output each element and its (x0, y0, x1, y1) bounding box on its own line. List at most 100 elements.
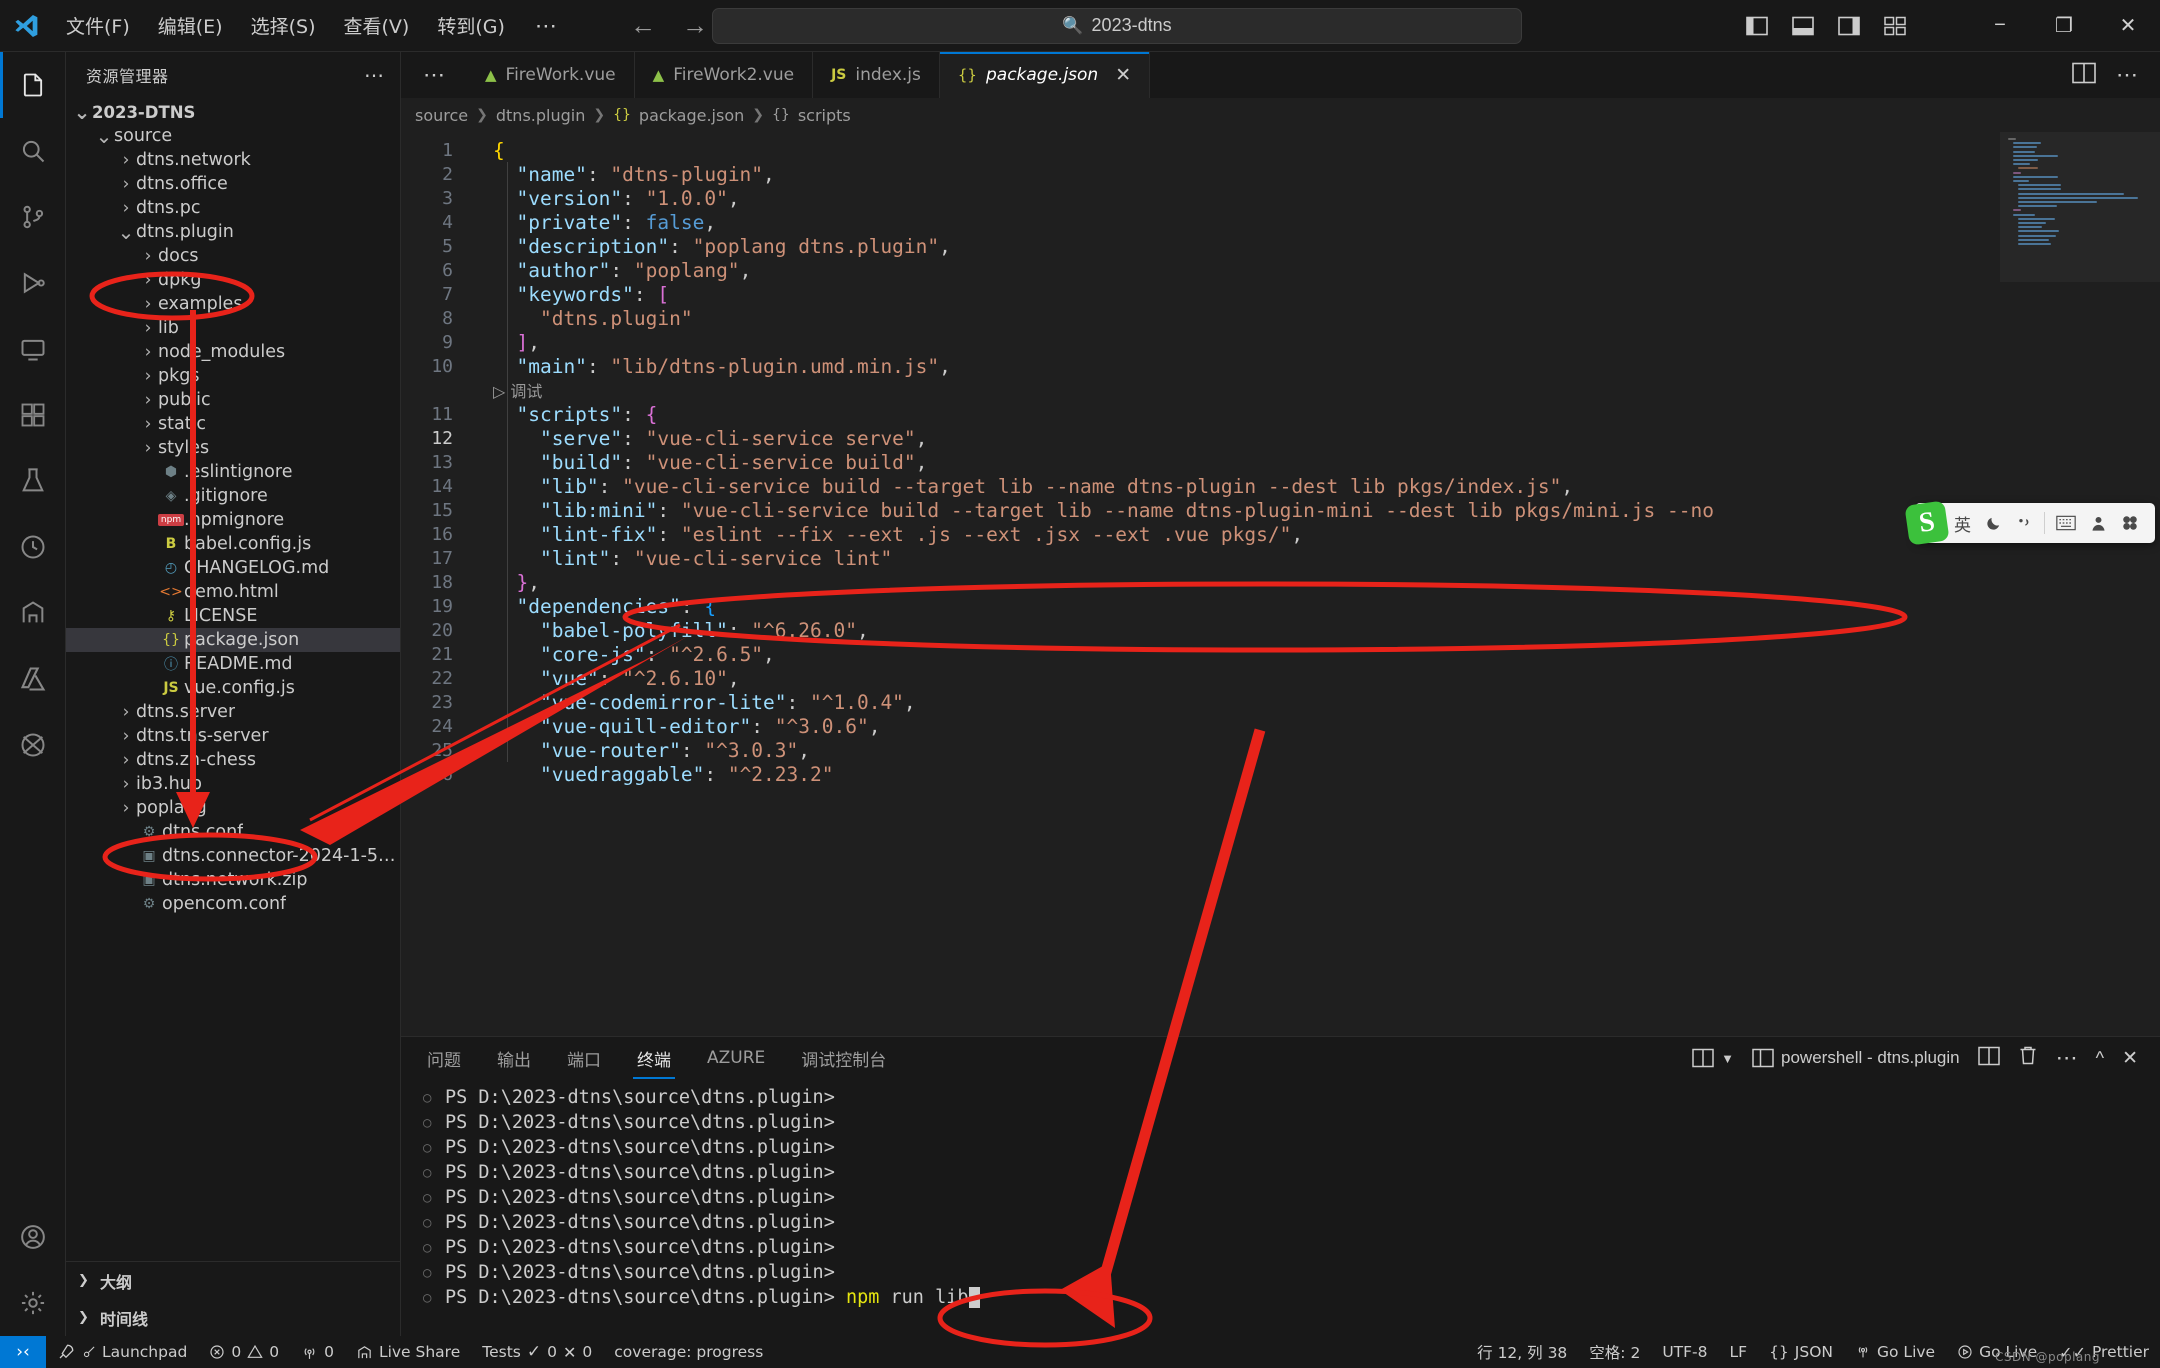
split-terminal-icon[interactable] (1978, 1046, 2000, 1071)
tree-item-opencom-conf[interactable]: ⚙opencom.conf (66, 892, 400, 916)
status-coverage[interactable]: coverage: progress (603, 1336, 774, 1368)
tree-item-dtns-conf[interactable]: ⚙dtns.conf (66, 820, 400, 844)
code-line[interactable]: 16 "lint-fix": "eslint --fix --ext .js -… (401, 522, 2160, 546)
moon-icon[interactable] (1978, 515, 2009, 532)
toggle-secondary-sidebar-icon[interactable] (1834, 13, 1864, 39)
status-live-share[interactable]: Live Share (345, 1336, 471, 1368)
status-encoding[interactable]: UTF-8 (1651, 1336, 1718, 1368)
activity-explorer[interactable] (0, 52, 66, 118)
tree-item-public[interactable]: ›public (66, 388, 400, 412)
code-line[interactable]: 25 "vue-router": "^3.0.3", (401, 738, 2160, 762)
code-line[interactable]: 11 "scripts": { (401, 402, 2160, 426)
tree-item-static[interactable]: ›static (66, 412, 400, 436)
tree-item-license[interactable]: ⚷LICENSE (66, 604, 400, 628)
panel-tab-problems[interactable]: 问题 (423, 1038, 465, 1079)
status-indentation[interactable]: 空格: 2 (1578, 1336, 1651, 1368)
breadcrumb-scripts[interactable]: scripts (798, 106, 851, 125)
code-lines[interactable]: 1{2 "name": "dtns-plugin",3 "version": "… (401, 132, 2160, 1036)
close-icon[interactable]: ✕ (1115, 64, 1131, 86)
arrow-left-icon[interactable]: ← (630, 10, 656, 41)
tree-item-changelog-md[interactable]: ◴CHANGELOG.md (66, 556, 400, 580)
code-line[interactable]: 26 "vuedraggable": "^2.23.2" (401, 762, 2160, 786)
activity-source-control[interactable] (0, 184, 66, 250)
tree-item-source[interactable]: ⌄source (66, 124, 400, 148)
terminal-tab-item[interactable]: powershell - dtns.plugin (1752, 1048, 1960, 1068)
tree-item-ib3-hub[interactable]: ›ib3.hub (66, 772, 400, 796)
menu-edit[interactable]: 编辑(E) (144, 8, 237, 43)
codelens-debug[interactable]: ▷ 调试 (467, 378, 542, 402)
status-go-live-1[interactable]: Go Live (1844, 1336, 1946, 1368)
code-line[interactable]: 24 "vue-quill-editor": "^3.0.6", (401, 714, 2160, 738)
status-launchpad[interactable]: Launchpad (46, 1336, 198, 1368)
activity-testing[interactable] (0, 448, 66, 514)
tree-item--eslintignore[interactable]: ⬢.eslintignore (66, 460, 400, 484)
activity-extensions[interactable] (0, 382, 66, 448)
tree-item-package-json[interactable]: {}package.json (66, 628, 400, 652)
activity-database[interactable] (0, 712, 66, 778)
terminal-output[interactable]: ○PS D:\2023-dtns\source\dtns.plugin>○PS … (401, 1079, 2160, 1336)
tree-item-poplang[interactable]: ›poplang (66, 796, 400, 820)
tree-item-docs[interactable]: ›docs (66, 244, 400, 268)
close-button[interactable]: ✕ (2096, 0, 2160, 52)
minimap-slider[interactable] (2000, 132, 2160, 282)
tree-item-readme-md[interactable]: ⓘREADME.md (66, 652, 400, 676)
activity-azure[interactable] (0, 646, 66, 712)
arrow-right-icon[interactable]: → (682, 10, 708, 41)
activity-search[interactable] (0, 118, 66, 184)
panel-tab-ports[interactable]: 端口 (563, 1038, 605, 1079)
breadcrumb-dtns-plugin[interactable]: dtns.plugin (496, 106, 585, 125)
customize-layout-icon[interactable] (1880, 13, 1910, 39)
tree-item-dtns-office[interactable]: ›dtns.office (66, 172, 400, 196)
status-eol[interactable]: LF (1719, 1336, 1759, 1368)
keyboard-icon[interactable] (2049, 515, 2083, 531)
activity-coverage[interactable] (0, 514, 66, 580)
code-line[interactable]: 4 "private": false, (401, 210, 2160, 234)
tree-item-dtns-plugin[interactable]: ⌄dtns.plugin (66, 220, 400, 244)
tree-item-dtns-server[interactable]: ›dtns.server (66, 700, 400, 724)
code-line[interactable]: 15 "lib:mini": "vue-cli-service build --… (401, 498, 2160, 522)
tree-item-lib[interactable]: ›lib (66, 316, 400, 340)
ime-mode-english[interactable]: 英 (1947, 511, 1978, 536)
tree-item-dtns-pc[interactable]: ›dtns.pc (66, 196, 400, 220)
menu-more-icon[interactable]: ⋯ (519, 11, 574, 41)
maximize-button[interactable]: ❐ (2032, 0, 2096, 52)
menu-file[interactable]: 文件(F) (52, 8, 144, 43)
status-tests[interactable]: Tests ✓ 0 ✕ 0 (471, 1336, 603, 1368)
sidebar-item-outline[interactable]: ❯ 大纲 (66, 1262, 400, 1299)
tab-package-json[interactable]: {} package.json ✕ (940, 52, 1150, 98)
codelens-row[interactable]: ▷ 调试 (401, 378, 2160, 402)
menu-go[interactable]: 转到(G) (423, 8, 519, 43)
panel-tab-azure[interactable]: AZURE (703, 1040, 769, 1076)
status-ports[interactable]: 0 (290, 1336, 345, 1368)
activity-remote-explorer[interactable] (0, 316, 66, 382)
code-line[interactable]: 9 ], (401, 330, 2160, 354)
code-line[interactable]: 19 "dependencies": { (401, 594, 2160, 618)
tree-item-2023-dtns[interactable]: ⌄2023-DTNS (66, 100, 400, 124)
activity-accounts[interactable] (0, 1204, 66, 1270)
code-line[interactable]: 5 "description": "poplang dtns.plugin", (401, 234, 2160, 258)
tree-item-dtns-network-zip[interactable]: ▣dtns.network.zip (66, 868, 400, 892)
ellipsis-icon[interactable]: ⋯ (364, 63, 384, 88)
tab-firework-vue[interactable]: ▲ FireWork.vue (467, 52, 635, 98)
activity-settings[interactable] (0, 1270, 66, 1336)
toggle-panel-icon[interactable] (1788, 13, 1818, 39)
tree-item-dtns-tns-server[interactable]: ›dtns.tns-server (66, 724, 400, 748)
panel-tab-output[interactable]: 输出 (493, 1038, 535, 1079)
menu-selection[interactable]: 选择(S) (237, 8, 330, 43)
code-line[interactable]: 17 "lint": "vue-cli-service lint" (401, 546, 2160, 570)
tree-item-dtns-network[interactable]: ›dtns.network (66, 148, 400, 172)
remote-indicator-icon[interactable]: ›‹ (0, 1336, 46, 1368)
code-line[interactable]: 8 "dtns.plugin" (401, 306, 2160, 330)
command-center[interactable]: 🔍 2023-dtns (712, 8, 1522, 44)
user-icon[interactable] (2083, 515, 2114, 532)
toggle-primary-sidebar-icon[interactable] (1742, 13, 1772, 39)
tree-item-node-modules[interactable]: ›node_modules (66, 340, 400, 364)
tab-index-js[interactable]: JS index.js (813, 52, 940, 98)
panel-tab-terminal[interactable]: 终端 (633, 1038, 675, 1079)
ellipsis-icon[interactable]: ⋯ (2116, 62, 2138, 88)
tree-item--gitignore[interactable]: ◈.gitignore (66, 484, 400, 508)
launch-profile-button[interactable]: ▼ (1692, 1048, 1734, 1068)
code-line[interactable]: 14 "lib": "vue-cli-service build --targe… (401, 474, 2160, 498)
breadcrumb-source[interactable]: source (415, 106, 468, 125)
tabs-overflow-icon[interactable]: ⋯ (401, 52, 467, 98)
